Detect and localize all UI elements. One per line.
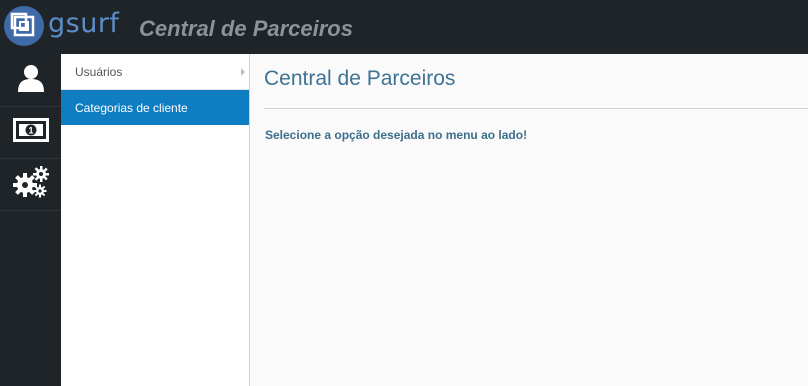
gears-icon	[12, 165, 49, 203]
instruction-text: Selecione a opção desejada no menu ao la…	[265, 128, 528, 142]
title-divider	[264, 108, 808, 109]
app-title: Central de Parceiros	[139, 16, 353, 41]
submenu-item-categorias[interactable]: Categorias de cliente	[61, 90, 249, 125]
submenu-item-label: Usuários	[75, 64, 123, 79]
iconbar-item-users[interactable]	[0, 54, 61, 107]
svg-text:1: 1	[28, 125, 33, 135]
logo-text: gsurf	[48, 8, 120, 39]
submenu-panel: Usuários Categorias de cliente	[61, 54, 250, 386]
iconbar-item-settings[interactable]	[0, 158, 61, 211]
submenu-item-usuarios[interactable]: Usuários	[61, 54, 249, 89]
chevron-right-icon	[241, 68, 245, 76]
user-icon	[17, 63, 45, 98]
logo-icon	[4, 6, 44, 46]
main-content: Central de Parceiros Selecione a opção d…	[250, 54, 808, 386]
top-bar: gsurf Central de Parceiros	[0, 0, 808, 54]
icon-sidebar: 1	[0, 54, 61, 386]
money-icon: 1	[12, 117, 49, 147]
submenu-item-label: Categorias de cliente	[75, 100, 188, 115]
iconbar-item-finance[interactable]: 1	[0, 106, 61, 159]
page-title: Central de Parceiros	[264, 67, 456, 90]
